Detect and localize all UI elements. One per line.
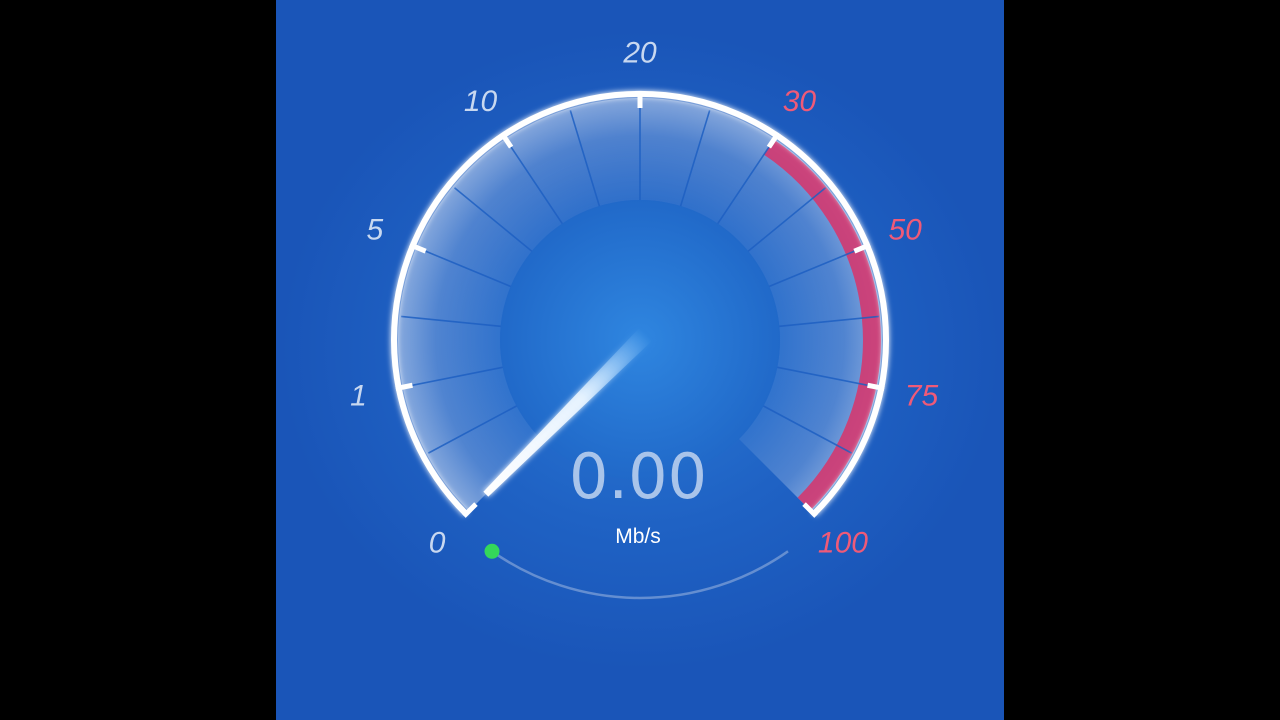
status-dot xyxy=(484,543,500,559)
tick-label-1: 1 xyxy=(350,379,367,412)
gauge-tick-1 xyxy=(395,382,413,392)
tick-label-5: 5 xyxy=(367,214,384,247)
speedometer-gauge: 0 1 5 10 20 30 50 75 100 0.00 Mb/s xyxy=(350,37,939,600)
tick-label-50: 50 xyxy=(888,214,922,247)
progress-track-arc xyxy=(491,550,789,600)
tick-label-20: 20 xyxy=(622,37,657,70)
speed-test-screen: 0 1 5 10 20 30 50 75 100 0.00 Mb/s xyxy=(276,0,1004,720)
gauge-tick-75 xyxy=(867,382,885,392)
speed-value: 0.00 xyxy=(569,440,707,513)
tick-label-0: 0 xyxy=(429,526,446,559)
tick-label-75: 75 xyxy=(905,379,939,412)
tick-label-100: 100 xyxy=(818,526,868,559)
tick-label-30: 30 xyxy=(783,85,817,118)
tick-label-10: 10 xyxy=(464,85,498,118)
speed-unit: Mb/s xyxy=(615,525,661,548)
